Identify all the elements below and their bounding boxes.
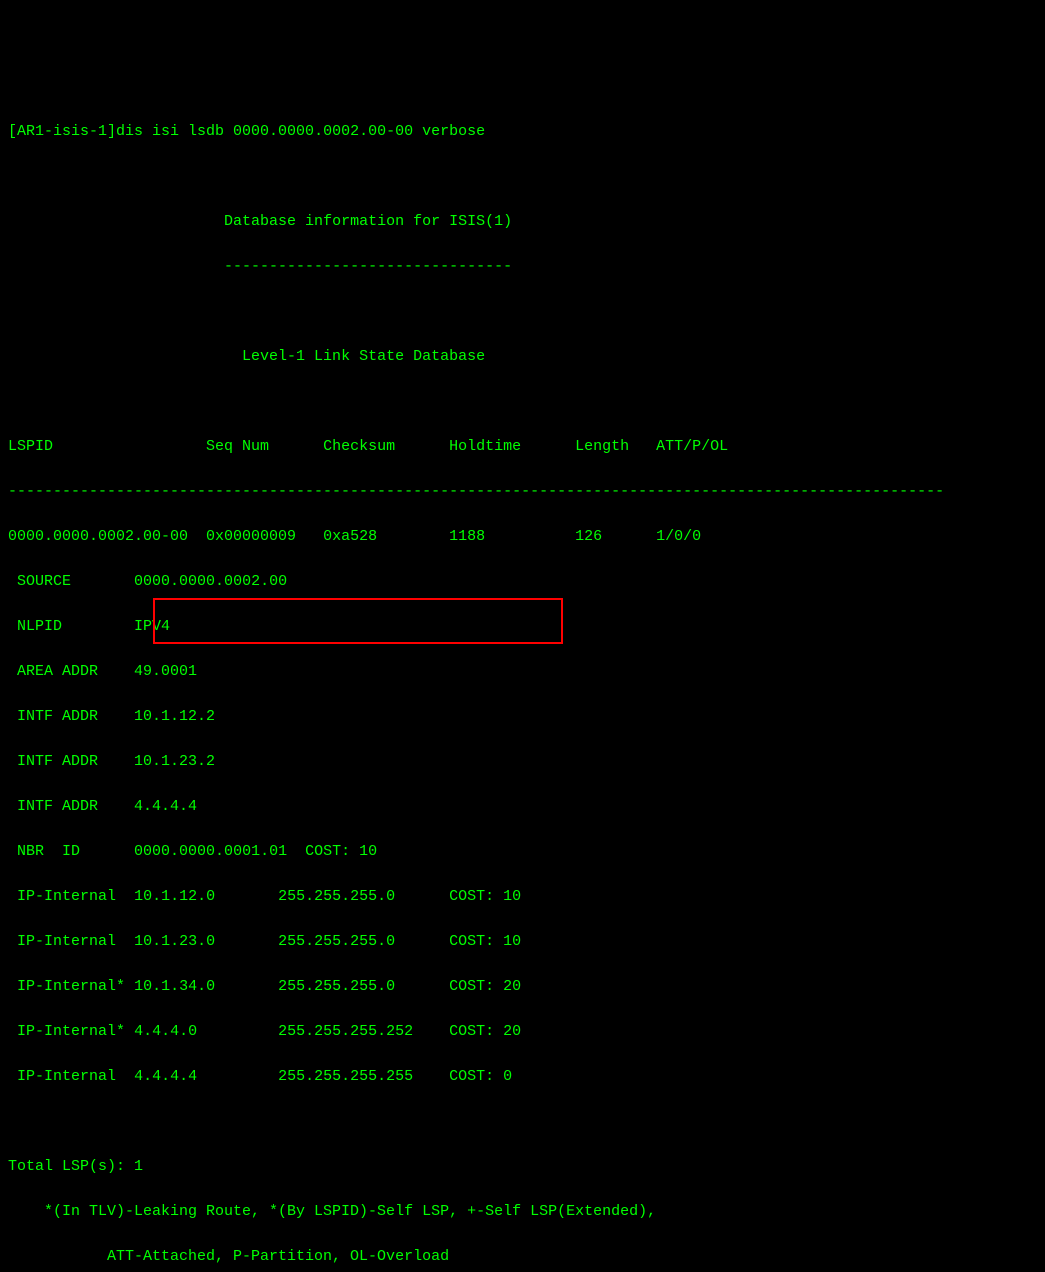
nbr-value: 0000.0000.0001.01 COST: 10 — [134, 843, 377, 860]
lsp-holdtime: 1188 — [449, 528, 485, 545]
ip-mask: 255.255.255.0 — [278, 933, 413, 950]
ip-cost: COST: 10 — [449, 888, 521, 905]
ip-cost: COST: 20 — [449, 1023, 521, 1040]
col-seqnum: Seq Num — [206, 438, 269, 455]
area-value: 49.0001 — [134, 663, 197, 680]
ip-mask: 255.255.255.0 — [278, 888, 413, 905]
area-line: AREA ADDR 49.0001 — [8, 661, 1037, 684]
nlpid-label: NLPID — [17, 618, 62, 635]
ip-internal-2: IP-Internal* 10.1.34.0 255.255.255.0 COS… — [8, 976, 1037, 999]
intf3-line: INTF ADDR 4.4.4.4 — [8, 796, 1037, 819]
prompt-context: [AR1-isis-1] — [8, 123, 116, 140]
source-label: SOURCE — [17, 573, 71, 590]
blank-line — [8, 1111, 1037, 1134]
ip-label: IP-Internal — [17, 888, 125, 905]
col-checksum: Checksum — [323, 438, 395, 455]
ip-mask: 255.255.255.255 — [278, 1068, 413, 1085]
intf3-value: 4.4.4.4 — [134, 798, 197, 815]
ip-network: 10.1.23.0 — [134, 933, 269, 950]
level-title: Level-1 Link State Database — [8, 346, 1037, 369]
intf2-label: INTF ADDR — [17, 753, 98, 770]
column-headers: LSPID Seq Num Checksum Holdtime Length A… — [8, 436, 1037, 459]
nbr-label: NBR ID — [17, 843, 80, 860]
blank-line — [8, 166, 1037, 189]
ip-internal-0: IP-Internal 10.1.12.0 255.255.255.0 COST… — [8, 886, 1037, 909]
db-title-text: Database information for ISIS(1) — [224, 213, 512, 230]
ip-cost: COST: 0 — [449, 1068, 512, 1085]
command-text[interactable]: dis isi lsdb 0000.0000.0002.00-00 verbos… — [116, 123, 485, 140]
level-title-text: Level-1 Link State Database — [242, 348, 485, 365]
ip-cost: COST: 20 — [449, 978, 521, 995]
ip-network: 10.1.34.0 — [134, 978, 269, 995]
lsp-lspid: 0000.0000.0002.00-00 — [8, 528, 188, 545]
lsp-attpol: 1/0/0 — [656, 528, 701, 545]
blank-line — [8, 301, 1037, 324]
ip-mask: 255.255.255.252 — [278, 1023, 413, 1040]
ip-internal-4: IP-Internal 4.4.4.4 255.255.255.255 COST… — [8, 1066, 1037, 1089]
prompt-line: [AR1-isis-1]dis isi lsdb 0000.0000.0002.… — [8, 121, 1037, 144]
nbr-line: NBR ID 0000.0000.0001.01 COST: 10 — [8, 841, 1037, 864]
legend-line-1: *(In TLV)-Leaking Route, *(By LSPID)-Sel… — [8, 1201, 1037, 1224]
area-label: AREA ADDR — [17, 663, 98, 680]
ip-internal-3: IP-Internal* 4.4.4.0 255.255.255.252 COS… — [8, 1021, 1037, 1044]
ip-mask: 255.255.255.0 — [278, 978, 413, 995]
intf1-value: 10.1.12.2 — [134, 708, 215, 725]
terminal-output: [AR1-isis-1]dis isi lsdb 0000.0000.0002.… — [8, 98, 1037, 1272]
total-line: Total LSP(s): 1 — [8, 1156, 1037, 1179]
intf2-value: 10.1.23.2 — [134, 753, 215, 770]
nlpid-line: NLPID IPV4 — [8, 616, 1037, 639]
source-value: 0000.0000.0002.00 — [134, 573, 287, 590]
intf2-line: INTF ADDR 10.1.23.2 — [8, 751, 1037, 774]
ip-network: 4.4.4.0 — [134, 1023, 269, 1040]
intf1-label: INTF ADDR — [17, 708, 98, 725]
legend-line-2: ATT-Attached, P-Partition, OL-Overload — [8, 1246, 1037, 1269]
db-title: Database information for ISIS(1) — [8, 211, 1037, 234]
source-line: SOURCE 0000.0000.0002.00 — [8, 571, 1037, 594]
lsp-length: 126 — [575, 528, 602, 545]
lsp-checksum: 0xa528 — [323, 528, 377, 545]
lsp-row: 0000.0000.0002.00-00 0x00000009 0xa528 1… — [8, 526, 1037, 549]
ip-label: IP-Internal* — [17, 1023, 125, 1040]
ip-network: 10.1.12.0 — [134, 888, 269, 905]
ip-label: IP-Internal — [17, 933, 125, 950]
col-length: Length — [575, 438, 629, 455]
horizontal-rule: ----------------------------------------… — [8, 481, 1037, 504]
ip-cost: COST: 10 — [449, 933, 521, 950]
db-separator: -------------------------------- — [8, 256, 1037, 279]
lsp-seqnum: 0x00000009 — [206, 528, 296, 545]
ip-internal-1: IP-Internal 10.1.23.0 255.255.255.0 COST… — [8, 931, 1037, 954]
col-attpol: ATT/P/OL — [656, 438, 728, 455]
blank-line — [8, 391, 1037, 414]
ip-network: 4.4.4.4 — [134, 1068, 269, 1085]
separator-text: -------------------------------- — [224, 258, 512, 275]
ip-label: IP-Internal — [17, 1068, 125, 1085]
intf3-label: INTF ADDR — [17, 798, 98, 815]
nlpid-value: IPV4 — [134, 618, 170, 635]
intf1-line: INTF ADDR 10.1.12.2 — [8, 706, 1037, 729]
ip-label: IP-Internal* — [17, 978, 125, 995]
col-lspid: LSPID — [8, 438, 53, 455]
col-holdtime: Holdtime — [449, 438, 521, 455]
